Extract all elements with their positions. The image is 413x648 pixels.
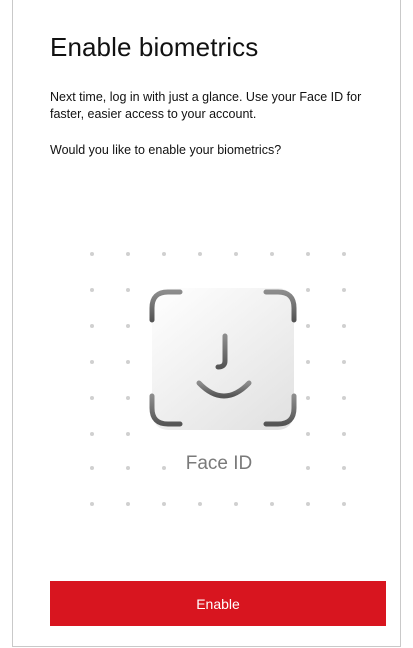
grid-dot — [306, 432, 310, 436]
grid-dot — [126, 502, 130, 506]
grid-dot — [342, 432, 346, 436]
question-text: Would you like to enable your biometrics… — [50, 143, 282, 157]
grid-dot — [90, 288, 94, 292]
grid-dot — [342, 252, 346, 256]
grid-dot — [126, 360, 130, 364]
grid-dot — [198, 252, 202, 256]
grid-dot — [90, 396, 94, 400]
grid-dot — [306, 324, 310, 328]
face-id-illustration: Face ID — [90, 252, 346, 506]
grid-dot — [342, 466, 346, 470]
grid-dot — [90, 252, 94, 256]
grid-dot — [306, 252, 310, 256]
grid-dot — [90, 432, 94, 436]
grid-dot — [90, 360, 94, 364]
grid-dot — [162, 252, 166, 256]
grid-dot — [342, 396, 346, 400]
grid-dot — [126, 252, 130, 256]
grid-dot — [306, 288, 310, 292]
grid-dot — [234, 502, 238, 506]
grid-dot — [90, 502, 94, 506]
grid-dot — [126, 432, 130, 436]
grid-dot — [306, 466, 310, 470]
grid-dot — [270, 252, 274, 256]
page-title: Enable biometrics — [50, 32, 259, 62]
grid-dot — [198, 502, 202, 506]
grid-dot — [162, 502, 166, 506]
grid-dot — [126, 396, 130, 400]
grid-dot — [306, 360, 310, 364]
face-id-icon — [149, 288, 297, 430]
grid-dot — [90, 324, 94, 328]
grid-dot — [162, 466, 166, 470]
grid-dot — [342, 502, 346, 506]
enable-button[interactable]: Enable — [50, 581, 386, 626]
grid-dot — [126, 324, 130, 328]
grid-dot — [234, 252, 238, 256]
grid-dot — [342, 360, 346, 364]
grid-dot — [126, 466, 130, 470]
grid-dot — [342, 288, 346, 292]
grid-dot — [342, 324, 346, 328]
grid-dot — [126, 288, 130, 292]
face-id-label: Face ID — [186, 453, 253, 474]
description-text: Next time, log in with just a glance. Us… — [50, 90, 362, 121]
grid-dot — [270, 502, 274, 506]
grid-dot — [90, 466, 94, 470]
grid-dot — [306, 396, 310, 400]
grid-dot — [306, 502, 310, 506]
